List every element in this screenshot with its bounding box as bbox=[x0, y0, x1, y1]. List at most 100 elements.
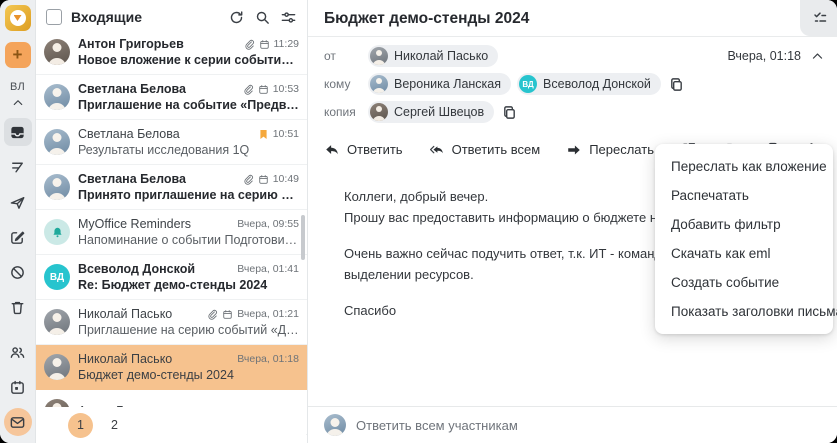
from-chip[interactable]: Николай Пасько bbox=[368, 45, 499, 67]
list-item[interactable]: ВД Всеволод Донской Вчера, 01:41 Re: Бюд… bbox=[36, 255, 307, 300]
to-chip-2[interactable]: ВД Всеволод Донской bbox=[517, 73, 661, 95]
outbox-icon bbox=[12, 162, 23, 172]
subject-line: Напоминание о событии Подготовить отчет… bbox=[78, 233, 299, 247]
pagination: 1 2 bbox=[36, 407, 306, 443]
paper-plane-icon bbox=[10, 196, 25, 209]
attachment-icon bbox=[208, 309, 218, 320]
avatar bbox=[44, 219, 70, 245]
refresh-icon[interactable] bbox=[228, 9, 245, 26]
sidebar-item-drafts[interactable] bbox=[4, 223, 32, 251]
compose-icon bbox=[11, 231, 25, 244]
calendar-icon bbox=[258, 84, 268, 94]
block-icon bbox=[11, 265, 24, 279]
message-header: Бюджет демо-стенды 2024 bbox=[308, 0, 837, 37]
search-icon[interactable] bbox=[254, 9, 271, 26]
sender-name: Николай Пасько bbox=[78, 307, 173, 321]
list-item[interactable]: Николай Пасько Вчера, 01:18 Бюджет демо-… bbox=[36, 345, 307, 390]
to-chip-1[interactable]: Вероника Ланская bbox=[368, 73, 512, 95]
mail-icon bbox=[10, 416, 25, 428]
sidebar-item-sent[interactable] bbox=[4, 188, 32, 216]
avatar: ВД bbox=[519, 75, 538, 93]
list-scrollbar[interactable] bbox=[301, 215, 305, 260]
message-meta: от Николай Пасько Вчера, 01:18 кому Веро… bbox=[308, 37, 837, 131]
menu-item[interactable]: Переслать как вложение bbox=[655, 152, 833, 181]
avatar bbox=[44, 354, 70, 380]
collapse-chevron-up-icon[interactable] bbox=[4, 95, 32, 111]
timestamp: 10:49 bbox=[272, 173, 299, 185]
sender-name: Светлана Белова bbox=[78, 127, 180, 141]
list-item[interactable]: Светлана Белова 10:51 Результаты исследо… bbox=[36, 120, 307, 165]
list-header: Входящие bbox=[36, 0, 307, 32]
mail-list-pane: Входящие Антон Григорьев 11:29 Новое вло… bbox=[36, 0, 308, 443]
timestamp: Вчера, 01:21 bbox=[237, 308, 299, 320]
sender-name: Светлана Белова bbox=[78, 82, 186, 96]
sender-name: Николай Пасько bbox=[78, 352, 173, 366]
copy-cc-icon[interactable] bbox=[502, 105, 517, 120]
avatar bbox=[44, 129, 70, 155]
subject-line: Результаты исследования 1Q bbox=[78, 143, 250, 157]
menu-item[interactable]: Создать событие bbox=[655, 268, 833, 297]
sidebar-item-trash[interactable] bbox=[4, 293, 32, 321]
list-item[interactable]: Николай Пасько Вчера, 01:21 Приглашение … bbox=[36, 300, 307, 345]
sidebar-item-mail[interactable] bbox=[3, 408, 32, 436]
quick-reply-bar[interactable]: Ответить всем участникам bbox=[308, 406, 837, 443]
folder-title: Входящие bbox=[71, 9, 142, 25]
list-item[interactable]: Антон Григорьев 11:29 Новое вложение к с… bbox=[36, 30, 307, 75]
reading-pane: Бюджет демо-стенды 2024 от Николай Паськ… bbox=[308, 0, 837, 443]
forward-button[interactable]: Переслать bbox=[566, 142, 654, 158]
sender-name: MyOffice Reminders bbox=[78, 217, 191, 231]
menu-item[interactable]: Скачать как eml bbox=[655, 239, 833, 268]
timestamp: Вчера, 09:55 bbox=[237, 218, 299, 230]
subject-line: Re: Бюджет демо-стенды 2024 bbox=[78, 278, 268, 292]
page-1-button[interactable]: 1 bbox=[68, 412, 93, 438]
filter-sliders-icon[interactable] bbox=[280, 9, 297, 26]
checklist-icon bbox=[814, 12, 827, 22]
menu-item[interactable]: Распечатать bbox=[655, 181, 833, 210]
menu-item[interactable]: Показать заголовки письма bbox=[655, 297, 837, 326]
copy-recipients-icon[interactable] bbox=[669, 77, 684, 92]
sidebar-item-contacts[interactable] bbox=[4, 338, 32, 366]
timestamp: Вчера, 01:41 bbox=[237, 263, 299, 275]
menu-item[interactable]: Добавить фильтр bbox=[655, 210, 833, 239]
reply-all-button[interactable]: Ответить всем bbox=[429, 142, 540, 158]
sidebar-item-spam[interactable] bbox=[4, 258, 32, 286]
list-item[interactable]: MyOffice Reminders Вчера, 09:55 Напомина… bbox=[36, 210, 307, 255]
page-2-button[interactable]: 2 bbox=[111, 418, 118, 432]
reply-button[interactable]: Ответить bbox=[324, 142, 403, 158]
attachment-icon bbox=[244, 174, 253, 185]
to-label: кому bbox=[324, 77, 351, 91]
sender-name: Антон Григорьев bbox=[78, 37, 184, 51]
message-date: Вчера, 01:18 bbox=[727, 49, 801, 63]
avatar bbox=[370, 47, 388, 65]
app-logo-icon bbox=[4, 5, 31, 31]
timestamp: Вчера, 01:18 bbox=[237, 353, 299, 365]
cc-chip-1[interactable]: Сергей Швецов bbox=[368, 101, 495, 123]
compose-new-button[interactable]: + bbox=[4, 42, 31, 68]
trash-icon bbox=[11, 301, 24, 314]
collapse-header-chevron-icon[interactable] bbox=[811, 50, 824, 63]
list-item[interactable]: Светлана Белова 10:53 Приглашение на соб… bbox=[36, 75, 307, 120]
quick-reply-placeholder: Ответить всем участникам bbox=[356, 417, 518, 433]
select-all-checkbox[interactable] bbox=[46, 9, 62, 25]
tasks-panel-toggle[interactable] bbox=[799, 0, 837, 36]
profile-avatar[interactable]: ВЛ bbox=[10, 81, 25, 93]
avatar bbox=[44, 174, 70, 200]
sidebar-item-outbox[interactable] bbox=[4, 153, 32, 181]
sidebar-item-inbox[interactable] bbox=[3, 118, 32, 146]
timestamp: 10:53 bbox=[272, 83, 299, 95]
calendar-icon bbox=[223, 309, 232, 319]
current-user-avatar bbox=[324, 414, 346, 436]
avatar bbox=[44, 84, 70, 110]
list-item[interactable]: Светлана Белова 10:49 Принято приглашени… bbox=[36, 165, 307, 210]
avatar bbox=[370, 103, 388, 121]
sender-name: Светлана Белова bbox=[78, 172, 186, 186]
from-label: от bbox=[324, 49, 336, 63]
avatar bbox=[44, 39, 70, 65]
sidebar-item-calendar[interactable] bbox=[4, 373, 32, 401]
sender-name: Всеволод Донской bbox=[78, 262, 196, 276]
calendar-icon bbox=[258, 174, 268, 184]
mail-list: Антон Григорьев 11:29 Новое вложение к с… bbox=[36, 30, 307, 443]
reply-icon bbox=[326, 144, 338, 154]
subject-line: Принято приглашение на серию событий «… bbox=[78, 188, 299, 202]
attachment-icon bbox=[244, 84, 253, 95]
